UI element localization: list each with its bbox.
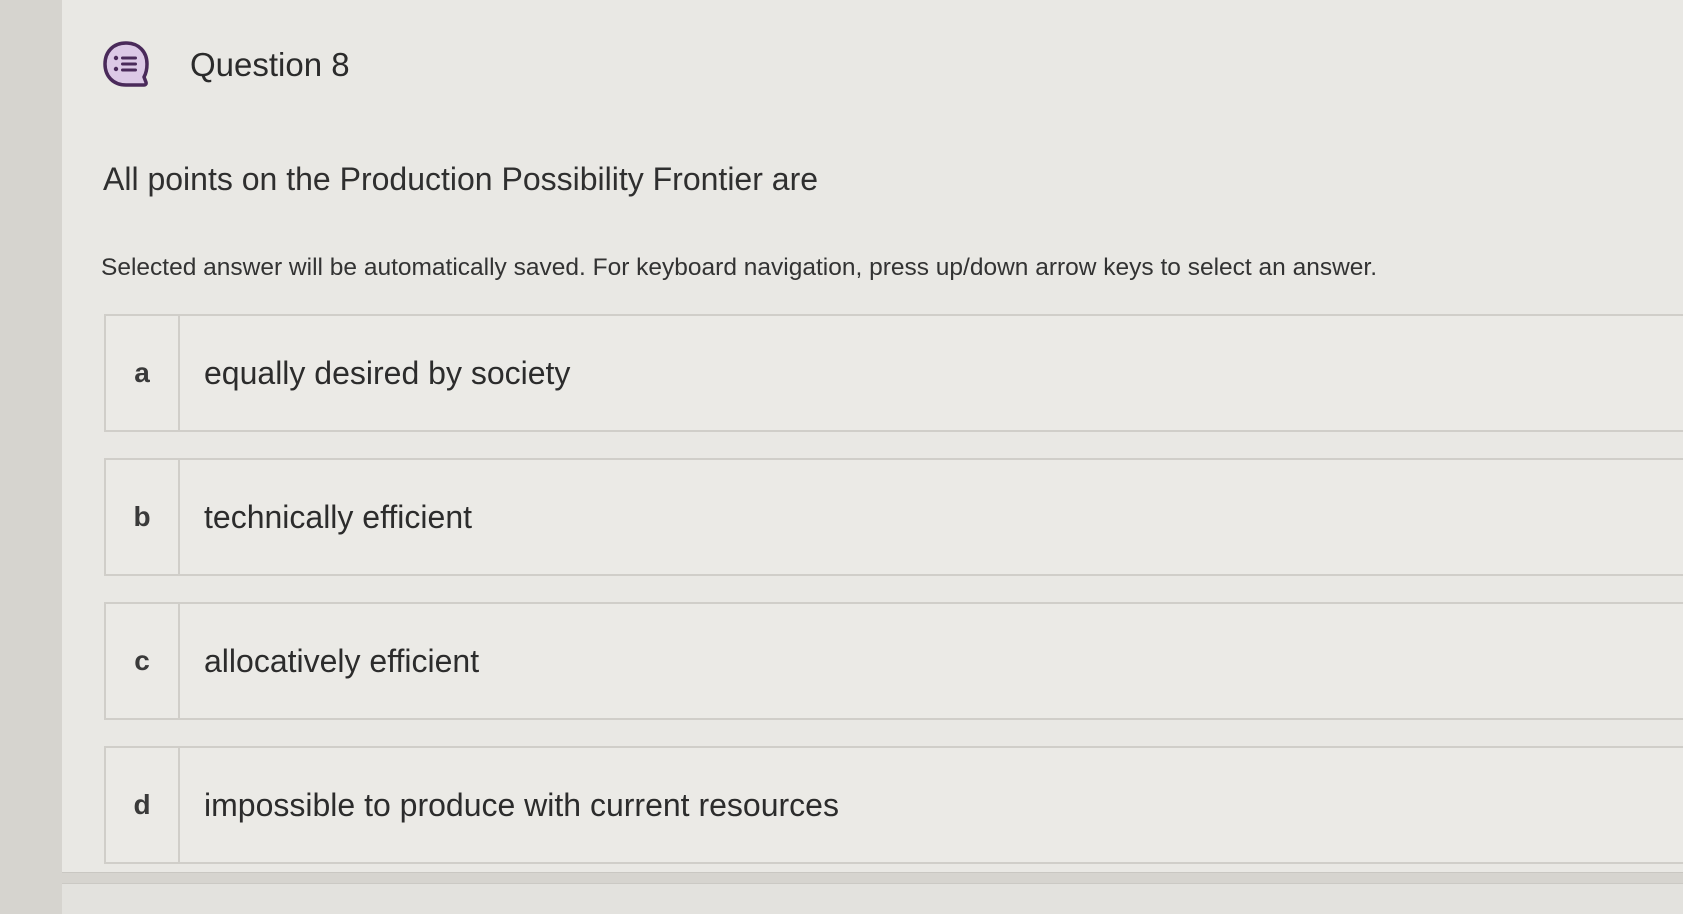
- option-text: equally desired by society: [204, 354, 571, 391]
- option-text: impossible to produce with current resou…: [204, 786, 839, 823]
- option-text: technically efficient: [204, 498, 472, 535]
- question-title: Question 8: [190, 46, 350, 83]
- multiple-choice-list-icon: [103, 41, 149, 87]
- option-letter: a: [106, 316, 180, 430]
- answer-option-b[interactable]: b technically efficient: [104, 458, 1683, 576]
- answer-instructions: Selected answer will be automatically sa…: [101, 254, 1378, 281]
- answer-option-c[interactable]: c allocatively efficient: [104, 602, 1683, 720]
- option-letter: d: [106, 748, 180, 862]
- answer-option-d[interactable]: d impossible to produce with current res…: [104, 746, 1683, 864]
- option-letter: c: [106, 604, 180, 718]
- question-prompt: All points on the Production Possibility…: [103, 161, 819, 197]
- option-letter: b: [106, 460, 180, 574]
- answer-options: a equally desired by society b technical…: [104, 314, 1683, 890]
- question-header: Question 8: [100, 40, 350, 90]
- answer-option-a[interactable]: a equally desired by society: [104, 314, 1683, 432]
- option-text: allocatively efficient: [204, 642, 480, 679]
